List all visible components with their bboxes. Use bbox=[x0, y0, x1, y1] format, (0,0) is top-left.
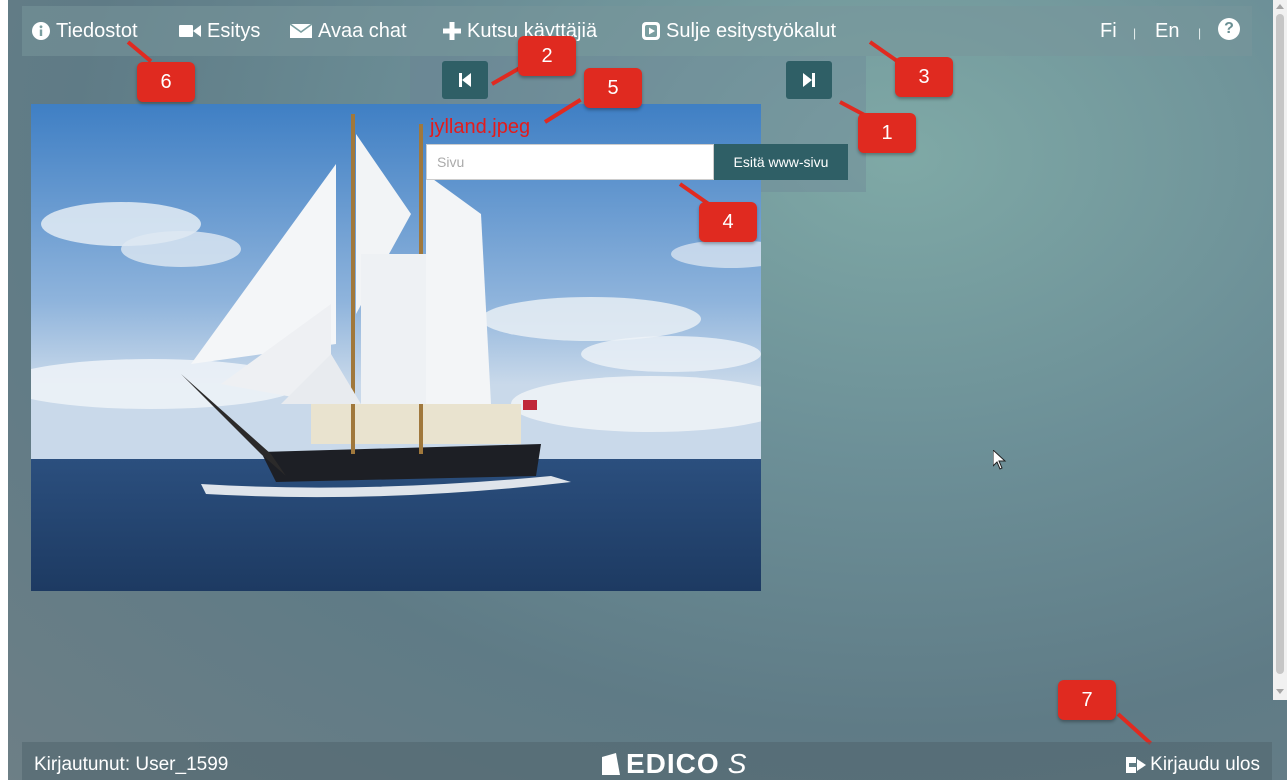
scroll-up-arrow-icon[interactable] bbox=[1276, 4, 1284, 9]
menu-close-tools[interactable]: Sulje esitystyökalut bbox=[642, 16, 836, 46]
menu-files[interactable]: Tiedostot bbox=[32, 16, 138, 46]
web-page-url-input[interactable] bbox=[426, 144, 714, 180]
sign-out-icon bbox=[1126, 757, 1147, 773]
annotation-badge-3: 3 bbox=[895, 57, 953, 97]
annotation-badge-5: 5 bbox=[584, 68, 642, 108]
logo-text: EDICO bbox=[626, 748, 720, 779]
previous-slide-button[interactable] bbox=[442, 61, 488, 99]
presentation-filename: jylland.jpeg bbox=[430, 116, 531, 138]
question-circle-icon[interactable]: ? bbox=[1218, 18, 1240, 40]
plus-icon bbox=[443, 22, 461, 40]
window-edge bbox=[0, 0, 8, 780]
annotation-badge-7: 7 bbox=[1058, 680, 1116, 720]
menu-open-chat-label: Avaa chat bbox=[318, 19, 407, 42]
logout-link[interactable]: Kirjaudu ulos bbox=[1126, 754, 1260, 776]
annotation-leader-7 bbox=[1116, 712, 1153, 745]
footer-bar: Kirjautunut: User_1599 EDICO S Kirjaudu … bbox=[22, 742, 1272, 780]
step-backward-icon bbox=[459, 73, 471, 87]
vertical-scrollbar[interactable] bbox=[1273, 0, 1287, 700]
scroll-down-arrow-icon[interactable] bbox=[1276, 689, 1284, 694]
scrollbar-thumb[interactable] bbox=[1276, 14, 1284, 674]
mouse-pointer-icon bbox=[992, 448, 1007, 475]
show-web-page-button[interactable]: Esitä www-sivu bbox=[714, 144, 848, 180]
next-slide-button[interactable] bbox=[786, 61, 832, 99]
annotation-badge-1: 1 bbox=[858, 113, 916, 153]
annotation-badge-6: 6 bbox=[137, 62, 195, 102]
video-camera-icon bbox=[179, 23, 201, 39]
menu-presentation-label: Esitys bbox=[207, 19, 261, 42]
annotation-badge-2: 2 bbox=[518, 36, 576, 76]
play-square-icon bbox=[642, 22, 660, 40]
logged-in-user: Kirjautunut: User_1599 bbox=[34, 754, 229, 775]
menu-open-chat[interactable]: Avaa chat bbox=[290, 16, 407, 46]
menu-presentation[interactable]: Esitys bbox=[179, 16, 260, 46]
logout-label: Kirjaudu ulos bbox=[1150, 754, 1260, 775]
language-separator: | bbox=[1198, 26, 1202, 40]
language-en[interactable]: En bbox=[1155, 20, 1179, 43]
edico-logo: EDICO S bbox=[602, 748, 747, 780]
info-circle-icon bbox=[32, 22, 50, 40]
language-separator: | bbox=[1133, 26, 1137, 40]
top-menu-bar: Tiedostot Esitys Avaa chat Kutsu käyttäj… bbox=[22, 6, 1252, 56]
annotation-badge-4: 4 bbox=[699, 202, 757, 242]
logo-suffix: S bbox=[727, 748, 748, 779]
menu-close-tools-label: Sulje esitystyökalut bbox=[666, 19, 837, 42]
step-forward-icon bbox=[803, 73, 815, 87]
menu-files-label: Tiedostot bbox=[56, 19, 138, 42]
language-fi[interactable]: Fi bbox=[1100, 20, 1117, 43]
envelope-icon bbox=[290, 23, 312, 39]
edico-logo-mark-icon bbox=[602, 753, 620, 775]
